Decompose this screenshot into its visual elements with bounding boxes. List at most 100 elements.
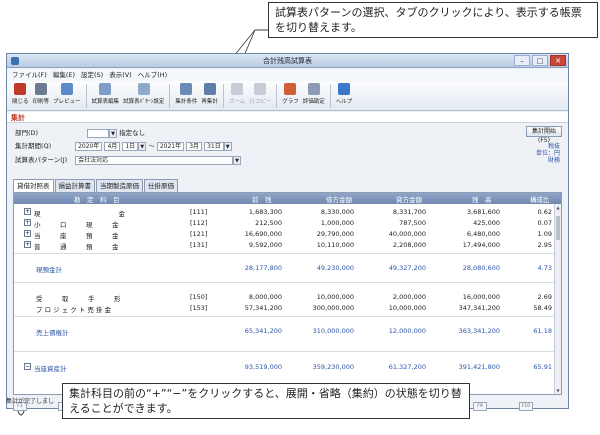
toolbar-button-6[interactable]: 再集計 [199,81,220,105]
credit-amount: 8,331,700 [392,208,426,216]
toolbar-button-9[interactable]: グラフ [280,81,301,105]
expand-icon[interactable]: + [24,230,31,237]
table-row[interactable]: + 現 金 [111] 1,683,300 8,330,000 8,331,700 3,68… [14,206,556,218]
balance: 391,421,800 [458,363,500,371]
to-month-input[interactable]: 3月 [186,141,203,151]
menu-view[interactable]: 表示(V) [109,69,132,81]
debit-amount: 359,230,000 [312,363,354,371]
toolbar-separator [169,84,171,108]
account-code: [150] [190,293,208,301]
from-calendar-dropdown-icon[interactable]: ▼ [138,141,147,151]
from-month-input[interactable]: 4月 [104,141,121,151]
subtotal-row[interactable]: − 当座資産計 93,519,000 359,230,000 61,327,200 391… [14,361,556,373]
balance: 28,080,600 [462,264,500,272]
toolbar-label: 閉じる [12,99,29,105]
to-calendar-dropdown-icon[interactable]: ▼ [223,141,232,151]
scroll-thumb[interactable] [556,216,560,240]
tab-balance-sheet[interactable]: 貸借対照表 [13,179,54,192]
table-row[interactable]: プ ロ ジ ェ ク ト 売 掛 金 [153] 57,341,200 300,000,… [14,302,556,314]
scroll-up-icon[interactable]: ▲ [555,205,561,210]
balance: 347,341,200 [458,304,500,312]
function-key-9[interactable]: F9 [473,402,487,411]
panel-header: 集計 [7,112,568,123]
to-day: 31日 [207,142,221,150]
report-tabs: 貸借対照表 損益計算書 当期製造原価 仕掛原価 [13,179,179,192]
menu-help[interactable]: ヘルプ(H) [138,69,167,81]
menu-file[interactable]: ファイル(F) [12,69,47,81]
to-month: 3月 [189,142,200,150]
toolbar-button-2[interactable]: プレビュー [51,81,83,105]
accounting-type: 財務 [547,157,560,164]
balance: 425,000 [473,219,500,227]
table-row[interactable]: + 普 通 預 金 [131] 9,592,000 10,110,000 2,208,00… [14,239,556,251]
dept-dropdown-icon[interactable]: ▼ [109,128,118,138]
ratio: 58.49 [533,304,552,312]
debit-amount: 10,110,000 [316,241,354,249]
dept-code-input[interactable] [87,128,110,138]
vertical-scrollbar[interactable]: ▲ ▼ [554,204,561,394]
menu-edit[interactable]: 編集(E) [53,69,75,81]
tab-manufacturing-cost[interactable]: 当期製造原価 [96,179,143,192]
toolbar-button-1[interactable]: 印刷等 [31,81,52,105]
table-row[interactable]: + 当 座 預 金 [121] 16,690,000 29,790,000 40,000,… [14,228,556,240]
scroll-down-icon[interactable]: ▼ [555,388,561,393]
grid-header: 勘 定 科 目 前 残 借方金額 貸方金額 残 高 構成比 [14,193,561,204]
account-name: 当座資産計 [34,365,67,373]
toolbar-label: ヘルプ [335,99,353,105]
toolbar-button-10[interactable]: 評価勘定 [301,81,327,105]
close-button[interactable]: ✕ [550,55,566,66]
toolbar-button-11[interactable]: ヘルプ [334,81,355,105]
toolbar-button-5[interactable]: 集計条件 [173,81,199,105]
to-day-input[interactable]: 31日 [204,141,224,151]
prev-balance: 65,341,200 [244,327,282,335]
credit-amount: 10,000,000 [388,304,426,312]
aggregate-start-button[interactable]: 集計開始(F5) [526,126,562,144]
expand-icon[interactable]: + [24,208,31,215]
table-row[interactable]: 受 取 手 形 [150] 8,000,000 10,000,000 2,000,000… [14,291,556,303]
credit-amount: 49,327,200 [388,264,426,272]
debit-amount: 8,330,000 [320,208,354,216]
credit-amount: 61,327,200 [388,363,426,371]
row-separator [14,351,556,352]
menu-settings[interactable]: 設定(S) [81,69,103,81]
function-key-10[interactable]: F10 [519,402,533,411]
debit-amount: 10,000,000 [316,293,354,301]
toolbar-label: 評価勘定 [302,99,325,105]
prev-balance: 28,177,800 [244,264,282,272]
account-name: 普 通 預 金 [34,243,119,251]
expand-icon[interactable]: + [24,219,31,226]
account-code: [112] [190,219,208,227]
from-year-input[interactable]: 2020年 [75,141,103,151]
subtotal-row[interactable]: 売上債権計 65,341,200 310,000,000 12,000,000 363,… [14,325,556,337]
prev-balance: 9,592,000 [248,241,282,249]
toolbar-button-0[interactable]: 閉じる [10,81,31,105]
pattern-dropdown-icon[interactable]: ▼ [233,155,242,165]
col-debit: 借方金額 [326,196,352,204]
trial-balance-window: 合計残高試算表 – □ ✕ ファイル(F) 編集(E) 設定(S) 表示(V) … [6,53,569,411]
maximize-button[interactable]: □ [532,55,548,66]
ratio: 2.69 [537,293,552,301]
from-day-input[interactable]: 1日 [122,141,139,151]
toolbar-button-3[interactable]: 試算表編集 [90,81,122,105]
toolbar-button-7: ズーム [227,81,247,105]
to-year-input[interactable]: 2021年 [156,141,185,151]
debit-amount: 310,000,000 [312,327,354,335]
toolbar-icon-2 [60,83,73,95]
tab-income-statement[interactable]: 損益計算書 [54,179,95,192]
toolbar-icon-4 [137,83,150,95]
toolbar-button-8: 行コピー [247,81,273,105]
tab-wip-cost[interactable]: 仕掛原価 [144,179,178,192]
toolbar-label: 試算表ﾊﾟﾀｰﾝ設定 [123,99,165,105]
toolbar-icon-7 [231,83,244,95]
subtotal-row[interactable]: 現預金計 28,177,800 49,230,000 49,327,200 28,080… [14,262,556,274]
table-row[interactable]: + 小 口 現 金 [112] 212,500 1,000,000 787,500 425,… [14,217,556,229]
pattern-select[interactable]: 会社法対応 [75,155,234,165]
toolbar-button-4[interactable]: 試算表ﾊﾟﾀｰﾝ設定 [121,81,166,105]
expand-icon[interactable]: + [24,241,31,248]
toolbar-label: プレビュー [53,99,81,105]
collapse-icon[interactable]: − [24,363,31,370]
prev-balance: 8,000,000 [248,293,282,301]
callout-bottom: 集計科目の前の“+”“−”をクリックすると、展開・省略（集約）の状態を切り替える… [62,383,470,419]
from-month: 4月 [107,142,118,150]
minimize-button[interactable]: – [514,55,530,66]
